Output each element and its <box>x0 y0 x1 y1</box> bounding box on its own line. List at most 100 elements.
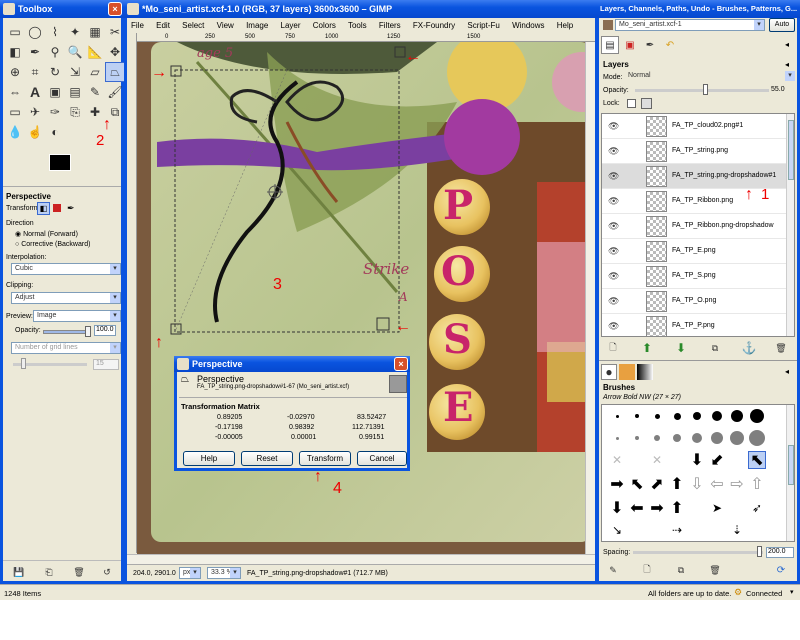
new-brush-icon[interactable]: 🗋 <box>639 562 655 578</box>
align-icon[interactable]: ⊕ <box>5 62 25 82</box>
clone-icon[interactable]: ⎘ <box>65 102 85 122</box>
brush-soft[interactable] <box>648 429 666 447</box>
color-picker-icon[interactable]: ⚲ <box>45 42 65 62</box>
panel-menu-icon[interactable]: ◂ <box>785 40 789 49</box>
menu-file[interactable]: File <box>131 21 144 30</box>
dodge-burn-icon[interactable]: ◐ <box>45 122 65 142</box>
arrow-right-brush-icon[interactable]: ➡ <box>648 499 666 517</box>
brush-dot[interactable] <box>608 407 626 425</box>
move-icon[interactable]: ✥ <box>105 42 125 62</box>
menu-select[interactable]: Select <box>182 21 204 30</box>
paths-icon[interactable]: ✒ <box>25 42 45 62</box>
menu-tools[interactable]: Tools <box>348 21 367 30</box>
scale-icon[interactable]: ⇲ <box>65 62 85 82</box>
brush-cross-icon[interactable]: ✕ <box>608 451 626 469</box>
opacity-slider[interactable] <box>43 330 91 334</box>
lock-alpha-icon[interactable] <box>641 98 652 109</box>
ink-icon[interactable]: ✑ <box>45 102 65 122</box>
brush-soft[interactable] <box>628 429 646 447</box>
ellipse-select-icon[interactable]: ◯ <box>25 22 45 42</box>
arrow-down-outline-brush-icon[interactable]: ⇩ <box>688 475 706 493</box>
layer-row[interactable]: 👁 FA_TP_E.png <box>602 239 786 264</box>
layer-list-scrollbar[interactable] <box>786 114 794 336</box>
arrow-left-outline-brush-icon[interactable]: ⇦ <box>708 475 726 493</box>
arrow-right-brush-icon[interactable]: ➡ <box>608 475 626 493</box>
brush-cross-icon[interactable]: ✕ <box>648 451 666 469</box>
eye-icon[interactable]: 👁 <box>608 246 619 257</box>
zoom-select[interactable]: 33.3 % <box>207 567 241 579</box>
edit-brush-icon[interactable]: ✎ <box>605 562 621 578</box>
menu-image[interactable]: Image <box>246 21 268 30</box>
perspective-icon[interactable]: ⏢ <box>105 62 125 82</box>
lock-pixels-checkbox[interactable] <box>627 99 636 108</box>
layers-tab-icon[interactable]: ▤ <box>601 36 619 54</box>
grid-slider-handle[interactable] <box>21 358 26 369</box>
eye-icon[interactable]: 👁 <box>608 221 619 232</box>
foreground-select-icon[interactable]: ◧ <box>5 42 25 62</box>
save-options-icon[interactable]: 💾 <box>9 562 29 582</box>
measure-icon[interactable]: 📐 <box>85 42 105 62</box>
arrow-nw-brush-icon[interactable]: ⬉ <box>628 475 646 493</box>
refresh-brushes-icon[interactable]: ⟳ <box>773 562 789 578</box>
arrow-nw-brush-icon[interactable]: ⬉ <box>748 451 766 469</box>
reset-button[interactable]: Reset <box>241 451 293 466</box>
duplicate-layer-icon[interactable]: ⧉ <box>707 340 723 356</box>
close-icon[interactable]: × <box>394 357 408 371</box>
duplicate-brush-icon[interactable]: ⧉ <box>673 562 689 578</box>
lasso-icon[interactable]: ⌇ <box>45 22 65 42</box>
text-icon[interactable]: A <box>25 82 45 102</box>
select-by-color-icon[interactable]: ▦ <box>85 22 105 42</box>
menu-layer[interactable]: Layer <box>281 21 301 30</box>
restore-options-icon[interactable]: ⎗ <box>39 562 59 582</box>
direction-corrective-radio[interactable]: ○ Corrective (Backward) <box>15 241 90 248</box>
opacity-input[interactable]: 55.0 <box>771 86 785 93</box>
interpolation-select[interactable]: Cubic <box>11 263 121 275</box>
scrollbar-thumb[interactable] <box>788 120 794 180</box>
brush-dot[interactable] <box>708 407 726 425</box>
opacity-input[interactable]: 100.0 <box>94 325 116 336</box>
paths-tab-icon[interactable]: ✒ <box>641 36 659 54</box>
arrow-down-brush-icon[interactable]: ⬇ <box>688 451 706 469</box>
brush-soft[interactable] <box>688 429 706 447</box>
canvas[interactable]: age 5 Strike A P O S E → ← ↑ ← 3 <box>137 42 595 554</box>
brush-dot[interactable] <box>728 407 746 425</box>
image-select[interactable]: Mo_seni_artist.xcf-1 <box>615 19 765 31</box>
eye-icon[interactable]: 👁 <box>608 296 619 307</box>
brush-soft[interactable] <box>708 429 726 447</box>
smudge-icon[interactable]: ☝ <box>25 122 45 142</box>
line-brush-icon[interactable]: ⇢ <box>668 521 686 539</box>
perspective-dialog-titlebar[interactable]: Perspective × <box>174 356 410 372</box>
panel-menu-icon[interactable]: ◂ <box>785 60 789 69</box>
eye-icon[interactable]: 👁 <box>608 121 619 132</box>
menu-view[interactable]: View <box>217 21 234 30</box>
spacing-slider[interactable] <box>633 551 763 554</box>
connection-dropdown-icon[interactable]: ▾ <box>790 588 794 596</box>
spacing-input[interactable]: 200.0 <box>766 547 794 558</box>
brush-grid-scrollbar[interactable] <box>786 405 794 541</box>
opacity-slider[interactable] <box>635 89 769 92</box>
heal-icon[interactable]: ✚ <box>85 102 105 122</box>
arrow-up-brush-icon[interactable]: ⬆ <box>668 475 686 493</box>
brush-soft[interactable] <box>728 429 746 447</box>
crop-icon[interactable]: ⌗ <box>25 62 45 82</box>
anchor-layer-icon[interactable]: ⚓ <box>741 340 757 356</box>
grid-count-input[interactable]: 15 <box>93 359 119 370</box>
horizontal-ruler[interactable]: 0 250 500 750 1000 1250 1500 <box>137 33 595 42</box>
brush-soft[interactable] <box>668 429 686 447</box>
mode-select[interactable]: Normal <box>625 71 795 83</box>
new-layer-icon[interactable]: 🗋 <box>605 340 621 356</box>
layer-row[interactable]: 👁 FA_TP_P.png <box>602 314 786 336</box>
eraser-icon[interactable]: ▭ <box>5 102 25 122</box>
toolbox-titlebar[interactable]: Toolbox × <box>0 0 124 18</box>
gradients-tab-icon[interactable] <box>637 364 653 380</box>
delete-layer-icon[interactable]: 🗑 <box>773 340 789 356</box>
brush-dot[interactable] <box>648 407 666 425</box>
scrollbar-thumb[interactable] <box>788 445 794 485</box>
layer-row[interactable]: 👁 FA_TP_Ribbon.png-dropshadow <box>602 214 786 239</box>
layer-row[interactable]: 👁 FA_TP_S.png <box>602 264 786 289</box>
undo-tab-icon[interactable]: ↶ <box>661 36 679 54</box>
bucket-fill-icon[interactable]: ▣ <box>45 82 65 102</box>
arrow-left-brush-icon[interactable]: ⬅ <box>628 499 646 517</box>
eye-icon[interactable]: 👁 <box>608 321 619 332</box>
line-brush-icon[interactable]: ↘ <box>608 521 626 539</box>
